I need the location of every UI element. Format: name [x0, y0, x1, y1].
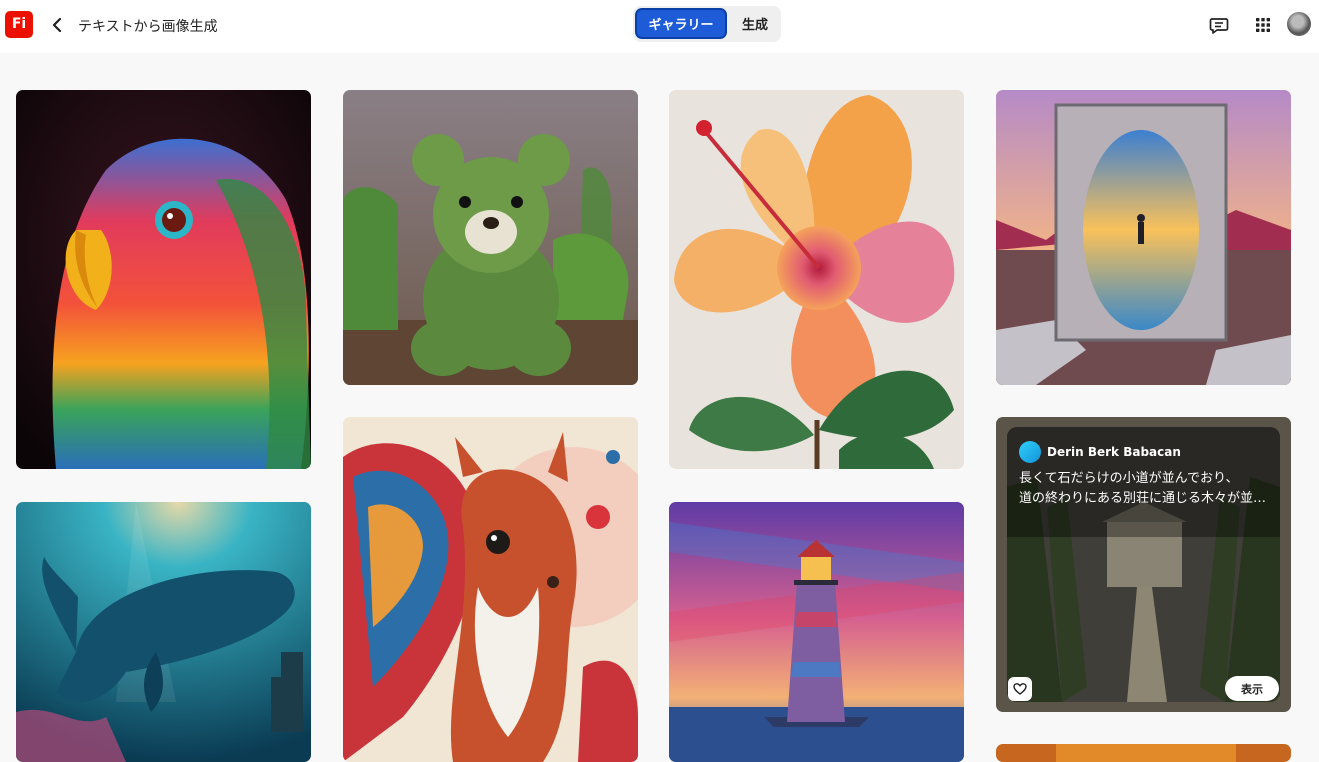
view-button[interactable]: 表示: [1225, 676, 1279, 701]
author-avatar: [1019, 441, 1041, 463]
heart-icon: [1013, 683, 1027, 695]
user-avatar[interactable]: [1287, 12, 1311, 36]
prompt-author[interactable]: Derin Berk Babacan: [1019, 441, 1181, 463]
like-button[interactable]: [1008, 677, 1032, 701]
chevron-left-icon: [52, 18, 62, 32]
prompt-text: 長くて石だらけの小道が並んでおり、 道の終わりにある別荘に通じる木々が並…: [1019, 469, 1280, 509]
gallery-item-hibiscus[interactable]: [669, 90, 964, 469]
page-title: テキストから画像生成: [78, 19, 218, 35]
gallery-item-partial[interactable]: [996, 744, 1291, 762]
tab-generate[interactable]: 生成: [733, 8, 777, 39]
hibiscus-image: [669, 90, 964, 469]
gallery-item-squirrel[interactable]: [343, 417, 638, 762]
gallery-item-lighthouse[interactable]: [669, 502, 964, 762]
prompt-line-1: 長くて石だらけの小道が並んでおり、: [1019, 471, 1239, 486]
feedback-icon: [1209, 18, 1229, 34]
gallery-item-parrot[interactable]: [16, 90, 311, 469]
app-header: Fi テキストから画像生成 ギャラリー 生成: [0, 0, 1319, 53]
firefly-logo[interactable]: Fi: [5, 11, 33, 38]
parrot-image: [16, 90, 311, 469]
mirror-arch-image: [996, 90, 1291, 385]
back-button[interactable]: [48, 14, 66, 36]
apps-button[interactable]: [1250, 12, 1276, 38]
apps-grid-icon: [1256, 18, 1270, 32]
gallery-item-cactus-bear[interactable]: [343, 90, 638, 385]
tab-gallery[interactable]: ギャラリー: [635, 8, 727, 39]
whale-image: [16, 502, 311, 762]
lighthouse-image: [669, 502, 964, 762]
view-switch: ギャラリー 生成: [633, 6, 781, 42]
gallery-item-mirror-arch[interactable]: [996, 90, 1291, 385]
feedback-button[interactable]: [1206, 12, 1232, 38]
villa-path-image: Derin Berk Babacan 長くて石だらけの小道が並んでおり、 道の終…: [1007, 427, 1280, 702]
prompt-line-2: 道の終わりにある別荘に通じる木々が並…: [1019, 491, 1267, 506]
author-name: Derin Berk Babacan: [1047, 445, 1181, 459]
gallery-item-villa-path[interactable]: Derin Berk Babacan 長くて石だらけの小道が並んでおり、 道の終…: [996, 417, 1291, 712]
squirrel-image: [343, 417, 638, 762]
gallery-item-whale[interactable]: [16, 502, 311, 762]
cactus-bear-image: [343, 90, 638, 385]
partial-image: [996, 744, 1291, 762]
